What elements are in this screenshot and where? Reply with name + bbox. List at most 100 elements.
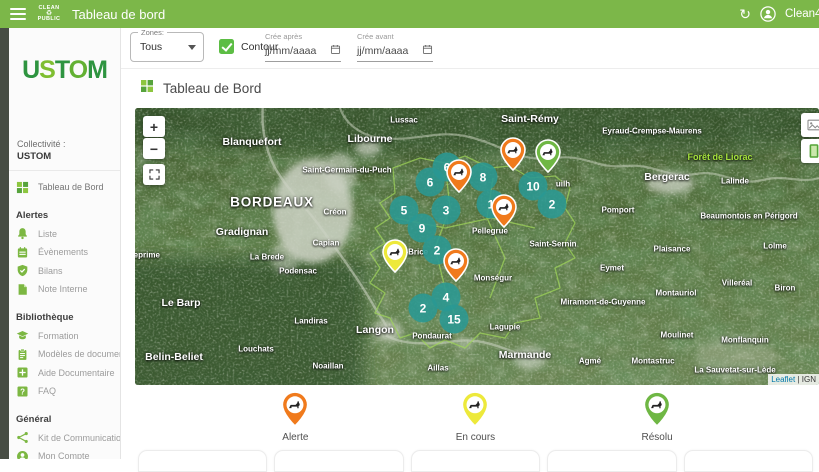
- chevron-down-icon: [188, 45, 196, 50]
- map-place-label: Lolme: [763, 242, 787, 251]
- app-header: CLEAN ♻ PUBLIC Tableau de bord ↻ Clean4g: [0, 0, 819, 28]
- filters-toolbar: Zones: Tous Contour Crée après jj/mm/aaa…: [120, 28, 819, 69]
- map-place-label: Lagupie: [490, 323, 521, 332]
- map-place-label: Podensac: [279, 267, 317, 276]
- legend-label: Alerte: [282, 432, 308, 443]
- calendar-icon[interactable]: [330, 44, 341, 58]
- cluster-marker[interactable]: 2: [538, 190, 567, 219]
- legend-label: Résolu: [642, 432, 673, 443]
- leaflet-link[interactable]: Leaflet: [771, 375, 795, 384]
- map[interactable]: LussacSaint-RémyEyraud-Crempse-MaurensLi…: [135, 108, 819, 385]
- zones-value: Tous: [140, 41, 162, 53]
- attribution-text: | IGN: [797, 375, 816, 384]
- map-place-label: Le Barp: [161, 297, 200, 309]
- map-place-label: Forêt de Liorac: [687, 152, 752, 162]
- map-place-label: Biron: [775, 284, 796, 293]
- map-place-label: Landiras: [294, 317, 327, 326]
- map-place-label: La Sauvetat-sur-Lède: [694, 366, 775, 375]
- contour-checkbox[interactable]: [219, 39, 234, 54]
- sidebar-item-label: FAQ: [38, 386, 56, 396]
- zoom-out-button[interactable]: −: [143, 138, 165, 159]
- map-place-label: Miramont-de-Guyenne: [561, 298, 646, 307]
- sidebar-item-label: Aide Documentaire: [38, 368, 115, 378]
- satellite-layer-button[interactable]: [801, 113, 819, 137]
- calendar-icon: [16, 246, 30, 259]
- map-place-label: Lussac: [390, 116, 418, 125]
- sidebar-item-bilans[interactable]: Bilans: [9, 262, 120, 281]
- account-icon[interactable]: [760, 6, 776, 22]
- map-place-label: Lalinde: [721, 177, 749, 186]
- zoom-in-button[interactable]: +: [143, 116, 165, 137]
- plan-layer-button[interactable]: [801, 139, 819, 163]
- logo-letter: S: [39, 56, 55, 84]
- refresh-icon[interactable]: ↻: [739, 7, 751, 21]
- map-place-label: Eyraud-Crempse-Maurens: [602, 127, 702, 136]
- sidebar-item-aide-documentaire[interactable]: Aide Documentaire: [9, 364, 120, 383]
- map-place-label: Libourne: [348, 133, 393, 145]
- sidebar-item-faq[interactable]: ? FAQ: [9, 382, 120, 401]
- collectivity-label: Collectivité :: [17, 139, 66, 149]
- sidebar-item-liste[interactable]: Liste: [9, 225, 120, 244]
- account-name[interactable]: Clean4g: [785, 8, 819, 20]
- stat-card: [138, 450, 267, 472]
- created-after-field[interactable]: Crée après jj/mm/aaaa: [265, 32, 341, 62]
- map-place-label: Montauriol: [656, 289, 697, 298]
- pin-resolu[interactable]: [535, 139, 561, 173]
- legend-item-en-cours: En cours: [456, 391, 495, 443]
- calendar-icon[interactable]: [422, 44, 433, 58]
- fullscreen-button[interactable]: [143, 164, 165, 185]
- created-before-value: jj/mm/aaaa: [357, 45, 408, 57]
- map-place-label: Plaisance: [654, 245, 691, 254]
- map-place-label: Pomport: [602, 206, 635, 215]
- sidebar-item-label: Note Interne: [38, 284, 88, 294]
- map-place-label: Aillas: [427, 364, 448, 373]
- zones-select[interactable]: Zones: Tous: [130, 32, 204, 62]
- cluster-marker[interactable]: 8: [469, 163, 498, 192]
- pin-en-cours-icon: [461, 391, 489, 432]
- map-attribution: Leaflet | IGN: [768, 374, 819, 385]
- sidebar-item-label: Mon Compte: [38, 451, 90, 459]
- divider: [9, 170, 120, 171]
- pin-alerte[interactable]: [446, 159, 472, 193]
- logo-letter: M: [87, 56, 107, 84]
- cluster-marker[interactable]: 2: [409, 294, 438, 323]
- map-place-label: Marmande: [499, 349, 552, 361]
- sidebar-item-label: Modèles de documents: [38, 349, 120, 359]
- sidebar: USTOM Collectivité : USTOM Tableau de Bo…: [9, 28, 121, 459]
- svg-text:?: ?: [20, 387, 25, 396]
- sidebar-item-mod-les-de-documents[interactable]: Modèles de documents: [9, 345, 120, 364]
- cluster-marker[interactable]: 3: [432, 196, 461, 225]
- sidebar-item-mon-compte[interactable]: Mon Compte: [9, 447, 120, 459]
- dashboard-grid-icon: [140, 79, 154, 98]
- sidebar-item-tableau-de-bord[interactable]: Tableau de Bord: [9, 178, 120, 197]
- map-place-label: Blanquefort: [223, 136, 282, 148]
- sidebar-item-label: Kit de Communication: [38, 433, 120, 443]
- pin-alerte[interactable]: [491, 194, 517, 228]
- pin-en-cours[interactable]: [382, 239, 408, 273]
- collapsed-drawer-rail: [0, 28, 9, 459]
- clean4public-logo: CLEAN ♻ PUBLIC: [36, 6, 62, 23]
- menu-icon[interactable]: [10, 8, 26, 20]
- map-place-label: Louchats: [238, 345, 274, 354]
- created-before-field[interactable]: Crée avant jj/mm/aaaa: [357, 32, 433, 62]
- pin-alerte-icon: [281, 391, 309, 432]
- map-place-label: Monflanquin: [721, 336, 769, 345]
- satellite-imagery: [135, 108, 819, 385]
- cluster-marker[interactable]: 6: [416, 168, 445, 197]
- map-place-label: Beaumontois en Périgord: [700, 212, 797, 221]
- sidebar-item--v-nements[interactable]: Évènements: [9, 243, 120, 262]
- sidebar-item-kit-de-communication[interactable]: Kit de Communication: [9, 429, 120, 448]
- sidebar-item-label: Bilans: [38, 266, 63, 276]
- map-place-label: Capian: [313, 239, 340, 248]
- map-place-label: Montastruc: [631, 357, 674, 366]
- sidebar-item-note-interne[interactable]: Note Interne: [9, 280, 120, 299]
- collectivity-value: USTOM: [17, 151, 51, 162]
- map-place-label: Saint-Germain-du-Puch: [302, 166, 391, 175]
- pin-alerte[interactable]: [443, 248, 469, 282]
- pin-alerte[interactable]: [500, 137, 526, 171]
- sidebar-item-formation[interactable]: Formation: [9, 327, 120, 346]
- map-place-label: Villeréal: [722, 279, 753, 288]
- share-icon: [16, 431, 30, 444]
- collectivity-block: Collectivité : USTOM: [17, 138, 66, 164]
- cluster-marker[interactable]: 15: [440, 305, 469, 334]
